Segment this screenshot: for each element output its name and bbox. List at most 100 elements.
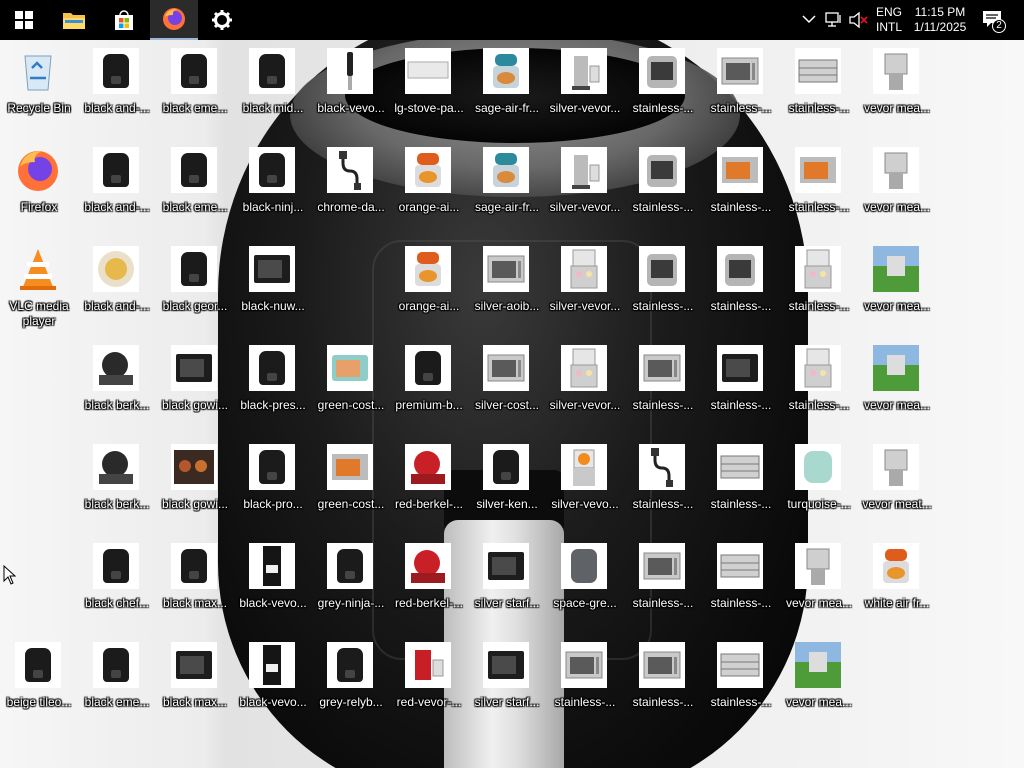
desktop-icon[interactable]: grey-ninja-... xyxy=(312,539,390,629)
desktop-icon[interactable]: black eme... xyxy=(78,638,156,728)
desktop-icon[interactable]: black eme... xyxy=(156,143,234,233)
desktop-icon[interactable]: black berk... xyxy=(78,341,156,431)
desktop-icon[interactable]: chrome-da... xyxy=(312,143,390,233)
desktop-icon[interactable]: black geor... xyxy=(156,242,234,332)
red-distiller-thumbnail xyxy=(405,642,451,688)
desktop-icon[interactable]: vevor meat... xyxy=(858,440,936,530)
desktop-icon[interactable]: black and-... xyxy=(78,143,156,233)
desktop-icon[interactable]: black-ninj... xyxy=(234,143,312,233)
desktop-icon[interactable]: silver-vevor... xyxy=(546,242,624,332)
file-explorer-button[interactable] xyxy=(50,0,98,40)
desktop-icon[interactable]: stainless-... xyxy=(624,440,702,530)
desktop-icon[interactable]: vevor mea... xyxy=(858,341,936,431)
desktop-icon[interactable]: black max... xyxy=(156,539,234,629)
desktop-icon[interactable]: black eme... xyxy=(156,44,234,134)
desktop-icon[interactable]: stainless-... xyxy=(546,638,624,728)
desktop-icon[interactable]: stainless-... xyxy=(780,143,858,233)
desktop-icon[interactable]: black max... xyxy=(156,638,234,728)
desktop-icon[interactable]: vevor mea... xyxy=(780,638,858,728)
desktop-icon[interactable]: grey-relyb... xyxy=(312,638,390,728)
black-air-fryer-thumbnail xyxy=(327,543,373,589)
desktop-icon[interactable]: green-cost... xyxy=(312,440,390,530)
desktop-icon[interactable]: black and-... xyxy=(78,44,156,134)
desktop-icon[interactable]: silver-vevor... xyxy=(546,341,624,431)
desktop-icon[interactable]: orange-ai... xyxy=(390,143,468,233)
desktop-icon[interactable]: Firefox xyxy=(0,143,78,233)
desktop-icon[interactable]: vevor mea... xyxy=(858,242,936,332)
desktop-icon[interactable]: silver-cost... xyxy=(468,341,546,431)
desktop-icon[interactable]: black mid... xyxy=(234,44,312,134)
clock[interactable]: 11:15 PM 1/11/2025 xyxy=(908,5,972,35)
black-air-fryer-thumbnail xyxy=(249,147,295,193)
desktop-icon[interactable]: black gowi... xyxy=(156,440,234,530)
desktop-icon[interactable]: red-vevor-... xyxy=(390,638,468,728)
stove-panel-thumbnail xyxy=(405,48,451,94)
desktop-icon[interactable]: vevor mea... xyxy=(780,539,858,629)
action-center-button[interactable]: 2 xyxy=(980,8,1008,34)
desktop-icon[interactable]: stainless-... xyxy=(624,143,702,233)
volume-tray-button[interactable] xyxy=(849,11,869,34)
desktop-icon[interactable]: stainless-... xyxy=(702,638,780,728)
desktop-icon[interactable]: silver-vevo... xyxy=(546,440,624,530)
desktop-icon[interactable]: black gowi... xyxy=(156,341,234,431)
desktop-icon[interactable]: stainless-... xyxy=(702,440,780,530)
desktop-icon[interactable]: sage-air-fr... xyxy=(468,143,546,233)
desktop-icon[interactable]: silver-vevor... xyxy=(546,143,624,233)
desktop-icon[interactable]: black berk... xyxy=(78,440,156,530)
desktop-icon[interactable]: VLC media player xyxy=(0,242,78,332)
desktop-icon[interactable]: vevor mea... xyxy=(858,44,936,134)
desktop-icon[interactable]: stainless-... xyxy=(702,242,780,332)
desktop-icon[interactable]: silver starf... xyxy=(468,539,546,629)
desktop-icon[interactable]: black-vevo... xyxy=(312,44,390,134)
desktop-icon[interactable]: stainless-... xyxy=(702,44,780,134)
desktop-icon[interactable]: red-berkel-... xyxy=(390,539,468,629)
firefox-taskbar-button[interactable] xyxy=(150,0,198,40)
desktop-icon[interactable]: black-pro... xyxy=(234,440,312,530)
start-button[interactable] xyxy=(0,0,48,40)
desktop-icon[interactable]: stainless-... xyxy=(702,143,780,233)
desktop-icon[interactable]: orange-ai... xyxy=(390,242,468,332)
chevron-up-icon xyxy=(802,15,816,24)
desktop-icon[interactable]: black-nuw... xyxy=(234,242,312,332)
desktop-icon[interactable]: stainless-... xyxy=(624,242,702,332)
desktop-icon-label: black mid... xyxy=(242,101,304,115)
desktop-icon[interactable]: black-pres... xyxy=(234,341,312,431)
desktop-icon[interactable]: silver-ken... xyxy=(468,440,546,530)
desktop-icon[interactable]: space-gre... xyxy=(546,539,624,629)
desktop-icon[interactable]: stainless-... xyxy=(702,539,780,629)
language-indicator[interactable]: ENG INTL xyxy=(872,5,906,35)
desktop-icon[interactable]: black-vevo... xyxy=(234,638,312,728)
desktop-icon[interactable]: lg-stove-pa... xyxy=(390,44,468,134)
desktop-icon-label: stainless-... xyxy=(554,695,616,709)
desktop-icon[interactable]: stainless-... xyxy=(624,638,702,728)
steel-oven-thumbnail xyxy=(639,345,685,391)
desktop-icon[interactable]: red-berkel-... xyxy=(390,440,468,530)
desktop-icon[interactable]: premium-b... xyxy=(390,341,468,431)
desktop-icon-label: black eme... xyxy=(162,200,228,214)
desktop-icon-label: vevor mea... xyxy=(863,299,931,313)
desktop-icon[interactable]: Recycle Bin xyxy=(0,44,78,134)
desktop-icon[interactable]: stainless-... xyxy=(780,242,858,332)
network-tray-button[interactable] xyxy=(825,11,843,32)
desktop-icon[interactable]: silver starf... xyxy=(468,638,546,728)
desktop-icon[interactable]: sage-air-fr... xyxy=(468,44,546,134)
desktop-icon[interactable]: vevor mea... xyxy=(858,143,936,233)
desktop-icon[interactable]: stainless-... xyxy=(702,341,780,431)
desktop-icon[interactable]: black chef... xyxy=(78,539,156,629)
desktop-icon[interactable]: white air fr... xyxy=(858,539,936,629)
desktop-icon[interactable]: black and-... xyxy=(78,242,156,332)
desktop-icon[interactable]: stainless-... xyxy=(624,539,702,629)
desktop-icon[interactable]: silver-vevor... xyxy=(546,44,624,134)
desktop-icon[interactable]: stainless-... xyxy=(624,341,702,431)
show-hidden-icons-button[interactable] xyxy=(802,12,816,31)
desktop-icon[interactable]: stainless-... xyxy=(780,44,858,134)
desktop-icon[interactable]: stainless-... xyxy=(780,341,858,431)
microsoft-store-button[interactable] xyxy=(100,0,148,40)
desktop-icon[interactable]: turquoise-... xyxy=(780,440,858,530)
settings-taskbar-button[interactable] xyxy=(198,0,246,40)
desktop-icon[interactable]: silver-aoib... xyxy=(468,242,546,332)
desktop-icon[interactable]: beige tileo... xyxy=(0,638,78,728)
desktop-icon[interactable]: green-cost... xyxy=(312,341,390,431)
desktop-icon[interactable]: stainless-... xyxy=(624,44,702,134)
desktop-icon[interactable]: black-vevo... xyxy=(234,539,312,629)
